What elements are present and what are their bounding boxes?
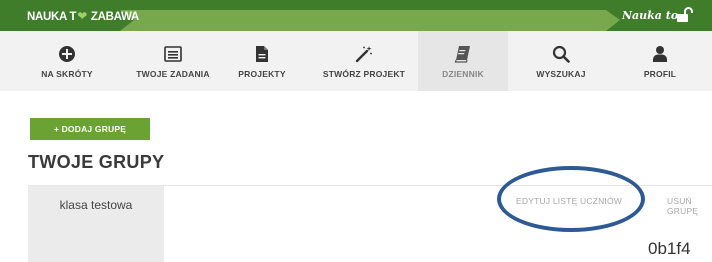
- logo-text-right: ZABAWA: [90, 11, 139, 23]
- book-icon: [454, 46, 470, 63]
- search-icon: [552, 45, 570, 63]
- nav-item-na-skroty[interactable]: NA SKRÓTY: [22, 31, 112, 91]
- magic-wand-icon: [355, 46, 372, 63]
- logo-text-left: NAUKA T: [27, 11, 77, 23]
- unlock-icon[interactable]: [676, 7, 694, 23]
- nav-label: PROFIL: [643, 69, 677, 79]
- annotation-ellipse: [497, 166, 645, 232]
- page-title: TWOJE GRUPY: [28, 152, 165, 172]
- nav-item-projekty[interactable]: PROJEKTY: [222, 31, 302, 91]
- nav-label: DZIENNIK: [442, 69, 484, 79]
- document-icon: [256, 46, 268, 62]
- nav-label: PROJEKTY: [238, 69, 286, 79]
- header-band-fold-right: [606, 10, 620, 31]
- nav-label: WYSZUKAJ: [536, 69, 586, 79]
- top-header-bar: NAUKA T❤ ZABAWA Nauka to: [0, 0, 712, 31]
- group-name-column: klasa testowa: [28, 186, 164, 262]
- nav-item-profil[interactable]: PROFIL: [615, 31, 705, 91]
- group-code: 0b1f4: [648, 239, 691, 258]
- list-icon: [164, 46, 182, 62]
- nav-label: NA SKRÓTY: [41, 69, 93, 79]
- user-icon: [653, 46, 667, 62]
- group-name[interactable]: klasa testowa: [28, 198, 164, 212]
- nav-item-stworz-projekt[interactable]: STWÓRZ PROJEKT: [316, 31, 412, 91]
- nav-item-dziennik[interactable]: DZIENNIK: [418, 31, 508, 91]
- logo-heart-icon: ❤: [77, 9, 87, 23]
- nav-item-twoje-zadania[interactable]: TWOJE ZADANIA: [128, 31, 218, 91]
- user-label[interactable]: Nauka to: [622, 9, 678, 22]
- main-nav: NA SKRÓTY TWOJE ZADANIA PROJEKTY STWÓRZ …: [0, 31, 712, 91]
- nav-label: STWÓRZ PROJEKT: [322, 69, 406, 79]
- nav-label: TWOJE ZADANIA: [136, 69, 210, 79]
- plus-circle-icon: [59, 46, 75, 62]
- delete-group-link[interactable]: USUŃ GRUPĘ: [667, 196, 712, 216]
- add-group-button[interactable]: + DODAJ GRUPĘ: [30, 118, 150, 140]
- brand-logo[interactable]: NAUKA T❤ ZABAWA: [27, 9, 139, 23]
- nav-item-wyszukaj[interactable]: WYSZUKAJ: [516, 31, 606, 91]
